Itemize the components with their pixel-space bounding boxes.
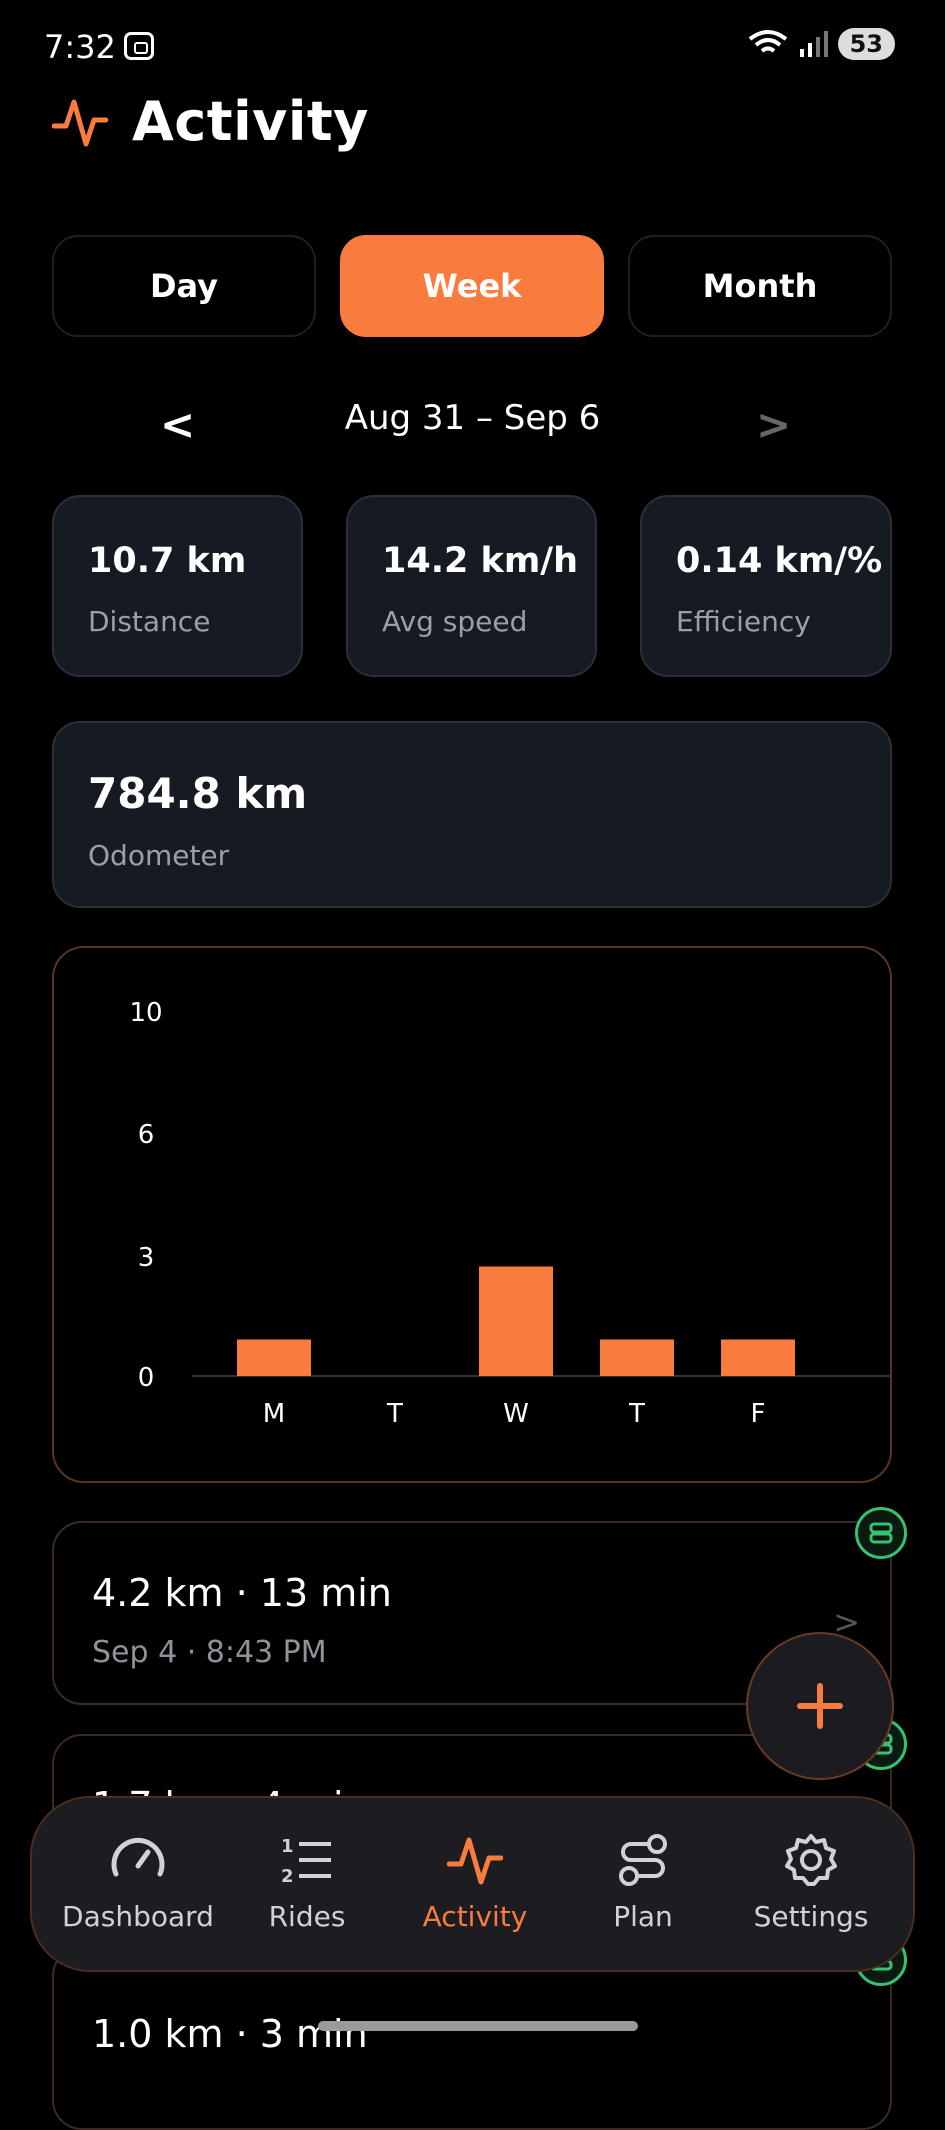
nav-label: Rides (268, 1900, 346, 1933)
stat-card-avg-speed: 14.2 km/h Avg speed (346, 495, 597, 677)
svg-text:2: 2 (281, 1866, 294, 1887)
activity-pulse-icon (447, 1837, 503, 1885)
signal-icon (799, 31, 828, 57)
stat-card-efficiency: 0.14 km/% Efficiency (640, 495, 892, 677)
svg-text:1: 1 (281, 1836, 294, 1857)
nav-label: Settings (753, 1900, 869, 1933)
screen-record-icon (124, 32, 154, 60)
add-ride-button[interactable] (746, 1632, 894, 1780)
nav-plan[interactable]: Plan (558, 1832, 728, 1933)
x-tick-label: M (263, 1399, 285, 1429)
wifi-icon (748, 30, 787, 53)
y-tick-label: 6 (138, 1120, 155, 1150)
stat-label: Avg speed (382, 605, 528, 638)
y-tick-label: 10 (129, 998, 162, 1028)
ride-summary: 4.2 km · 13 min (92, 1571, 392, 1615)
stat-value: 0.14 km/% (676, 541, 883, 581)
status-time: 7:32 (44, 28, 116, 66)
nav-dashboard[interactable]: Dashboard (53, 1832, 223, 1933)
weekly-distance-chart: 10 6 3 0 M T W T F (52, 946, 892, 1483)
battery-badge: 53 (837, 28, 895, 60)
ride-datetime: Sep 4 · 8:43 PM (92, 1635, 327, 1670)
bar (237, 1339, 311, 1376)
route-icon (619, 1834, 667, 1886)
tab-week[interactable]: Week (340, 235, 604, 337)
x-tick-label: W (503, 1399, 529, 1429)
nav-label: Activity (422, 1900, 528, 1933)
y-tick-label: 0 (138, 1363, 155, 1393)
stat-value: 14.2 km/h (382, 541, 578, 581)
gear-icon (785, 1834, 837, 1886)
home-indicator (318, 2021, 638, 2031)
ride-summary: 1.0 km · 3 min (92, 2012, 368, 2056)
stat-value: 10.7 km (88, 541, 247, 581)
activity-pulse-icon (52, 99, 108, 146)
bottom-navigation: Dashboard 1 2 Rides Activity Plan Settin… (30, 1796, 915, 1972)
next-range-button[interactable]: > (756, 400, 791, 449)
odometer-label: Odometer (88, 839, 230, 872)
numbered-list-icon: 1 2 (281, 1836, 331, 1887)
plus-icon (797, 1683, 843, 1729)
nav-rides[interactable]: 1 2 Rides (222, 1832, 392, 1933)
stat-label: Efficiency (676, 605, 811, 638)
bar-chart: 10 6 3 0 M T W T F (129, 998, 890, 1429)
status-icons: 53 (748, 28, 895, 60)
tab-day[interactable]: Day (52, 235, 316, 337)
x-tick-label: T (628, 1399, 645, 1429)
ride-item[interactable]: 1.0 km · 3 min (52, 1946, 892, 2130)
nav-settings[interactable]: Settings (726, 1832, 896, 1933)
nav-label: Plan (613, 1900, 673, 1933)
date-range-label: Aug 31 – Sep 6 (344, 398, 601, 438)
synced-badge-icon (855, 1507, 907, 1559)
odometer-value: 784.8 km (88, 769, 308, 818)
nav-label: Dashboard (62, 1900, 214, 1933)
app-header: Activity (52, 90, 369, 153)
tab-month[interactable]: Month (628, 235, 892, 337)
odometer-card: 784.8 km Odometer (52, 721, 892, 908)
bar (721, 1339, 795, 1376)
stat-card-distance: 10.7 km Distance (52, 495, 303, 677)
nav-activity[interactable]: Activity (390, 1832, 560, 1933)
previous-range-button[interactable]: < (160, 400, 195, 449)
bar (479, 1266, 553, 1376)
x-tick-label: F (751, 1399, 766, 1429)
x-tick-label: T (386, 1399, 403, 1429)
speedometer-icon (111, 1837, 165, 1877)
stat-label: Distance (88, 605, 211, 638)
page-title: Activity (132, 90, 369, 153)
y-tick-label: 3 (138, 1243, 155, 1273)
bar (600, 1339, 674, 1376)
